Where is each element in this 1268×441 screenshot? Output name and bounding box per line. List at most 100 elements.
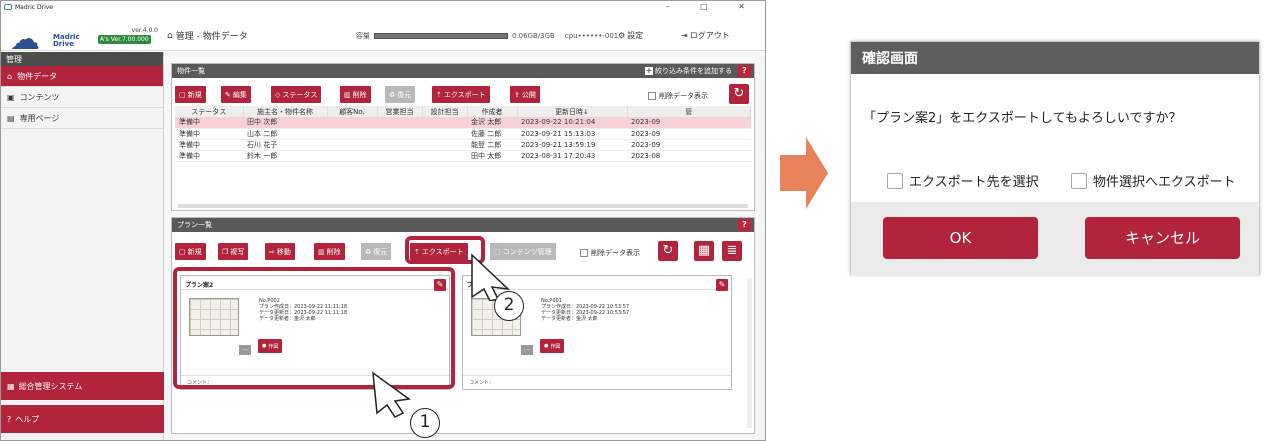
tag-icon: ◇	[275, 90, 281, 99]
list-view-button[interactable]: ≣	[722, 241, 742, 261]
edit-property-button[interactable]: ✎ 編集	[221, 86, 251, 103]
checkbox-box[interactable]	[580, 249, 588, 257]
delete-plan-button[interactable]: ▥ 削除	[314, 243, 345, 260]
draw-button[interactable]: ● 作図	[540, 339, 565, 353]
cancel-button[interactable]: キャンセル	[1085, 217, 1240, 259]
property-table: ステータス 施主名・物件名称 顧客No. 営業担当 設計担当 作成者 更新日時↓…	[175, 106, 751, 162]
recycle-icon: ♻	[365, 247, 372, 256]
cloud-upload-icon: ⇡	[436, 90, 442, 99]
as-version-badge: A's Ver.7.00.000	[98, 35, 151, 44]
app-icon	[4, 4, 12, 10]
plan-info: No.P001 プラン作成日：2023-09-22 10:53:57 データ更新…	[541, 298, 630, 322]
gear-icon: ⚙	[618, 31, 626, 40]
ok-button[interactable]: OK	[883, 217, 1038, 259]
table-header-row: ステータス 施主名・物件名称 顧客No. 営業担当 設計担当 作成者 更新日時↓…	[175, 106, 751, 117]
publish-button[interactable]: ⇪ 公開	[510, 86, 540, 103]
sidebar: 管理 ⌂ 物件データ ▣ コンテンツ ▤ 専用ページ ▦ 総合管理システム ? ヘルプ	[1, 52, 164, 440]
column-header[interactable]: 営業担当	[377, 106, 423, 117]
sidebar-section-title: 管理	[1, 52, 163, 66]
grid-icon: ▦	[697, 243, 711, 258]
pencil-icon: ✎	[225, 90, 231, 99]
home-icon: ⌂	[7, 71, 13, 81]
logo: ☁ Madric Drive ver.4.0.0 A's Ver.7.00.000	[7, 25, 158, 55]
checkbox-box[interactable]	[648, 92, 656, 100]
refresh-button[interactable]: ↻	[729, 84, 749, 104]
column-header[interactable]: 顧客No.	[327, 106, 378, 117]
status-button[interactable]: ◇ ステータス	[271, 86, 322, 103]
settings-button[interactable]: ⚙ 設定	[618, 30, 643, 41]
new-plan-button[interactable]: ▢ 新規	[175, 243, 206, 260]
title-bar: Madric Drive – □ ✕	[1, 1, 765, 13]
option-select-destination[interactable]: エクスポート先を選択	[887, 171, 1039, 190]
show-deleted-checkbox[interactable]: 削除データ表示	[648, 91, 708, 101]
column-header[interactable]: 設計担当	[422, 106, 468, 117]
mouse-icon: ●	[544, 343, 549, 349]
sidebar-item-contents[interactable]: ▣ コンテンツ	[1, 87, 163, 108]
new-property-button[interactable]: ▢ 新規	[175, 86, 206, 103]
sidebar-item-dedicated-page[interactable]: ▤ 専用ページ	[1, 108, 163, 129]
copy-icon: ❐	[222, 247, 229, 256]
version-label: ver.4.0.0	[131, 27, 158, 34]
add-filter-button[interactable]: + 絞り込み条件を追加する	[645, 66, 732, 76]
app-header: ☁ Madric Drive ver.4.0.0 A's Ver.7.00.000…	[1, 13, 765, 55]
capacity-indicator: 容量 0.06GB/3GB cpu••••••-001	[356, 32, 619, 40]
checkbox-box[interactable]	[887, 172, 903, 189]
column-header[interactable]: 管	[627, 106, 751, 117]
column-header[interactable]: ステータス	[175, 106, 244, 117]
plan-refresh-button[interactable]: ↻	[658, 241, 678, 261]
refresh-icon: ↻	[662, 243, 674, 258]
more-button[interactable]: …	[521, 345, 533, 355]
new-doc-icon: ▢	[179, 90, 186, 99]
delete-property-button[interactable]: ▥ 削除	[340, 86, 371, 103]
plan-panel-header: プラン一覧 ?	[172, 218, 754, 232]
horizontal-scrollbar[interactable]	[178, 204, 748, 208]
logout-button[interactable]: ⇥ ログアウト	[681, 30, 730, 41]
publish-icon: ⇪	[514, 90, 520, 99]
vertical-scrollbar[interactable]	[747, 278, 752, 428]
property-panel: 物件一覧 + 絞り込み条件を追加する ? ▢ 新規 ✎ 編集 ◇ ステータス ▥ 削除 ♻…	[171, 63, 755, 211]
plan-help-button[interactable]: ?	[738, 219, 751, 231]
property-panel-header: 物件一覧 + 絞り込み条件を追加する ?	[172, 64, 754, 78]
plan-show-deleted-checkbox[interactable]: 削除データ表示	[580, 248, 640, 258]
dialog-title: 確認画面	[851, 42, 1259, 74]
column-header[interactable]: 更新日時↓	[517, 106, 628, 117]
table-row[interactable]: 準備中 山本 二郎 佐藤 二郎 2023-09-21 15:13:03 2023-09	[175, 128, 751, 140]
plus-icon: +	[645, 66, 653, 75]
trash-icon: ▥	[318, 247, 325, 256]
sidebar-system-button[interactable]: ▦ 総合管理システム	[1, 372, 164, 400]
move-plan-button[interactable]: ⇨ 移動	[265, 243, 295, 260]
home-icon: ⌂	[167, 30, 173, 41]
restore-property-button[interactable]: ♻ 復元	[385, 86, 416, 103]
edit-plan-button[interactable]: ✎	[716, 279, 728, 291]
checkbox-box[interactable]	[1071, 172, 1087, 189]
app-window: Madric Drive – □ ✕ ☁ Madric Drive ver.4.0…	[0, 0, 766, 441]
sidebar-item-property-data[interactable]: ⌂ 物件データ	[1, 66, 163, 87]
property-help-button[interactable]: ?	[738, 65, 751, 77]
image-icon: ▣	[7, 92, 15, 102]
step-number-2: 2	[494, 291, 524, 321]
recycle-icon: ♻	[389, 90, 396, 99]
column-header[interactable]: 作成者	[467, 106, 518, 117]
dialog-footer: OK キャンセル	[851, 202, 1259, 276]
breadcrumb: ⌂ 管理 - 物件データ	[167, 30, 248, 43]
export-property-button[interactable]: ⇡ エクスポート	[432, 86, 490, 103]
window-title: Madric Drive	[15, 3, 53, 11]
option-export-to-property[interactable]: 物件選択へエクスポート	[1071, 171, 1236, 190]
help-icon: ?	[7, 414, 12, 424]
table-row[interactable]: 準備中 石川 花子 能登 二郎 2023-09-21 13:59:19 2023-09	[175, 139, 751, 151]
trash-icon: ▥	[344, 90, 351, 99]
grid-view-button[interactable]: ▦	[694, 241, 714, 261]
right-arrow-icon	[780, 137, 828, 209]
system-icon: ▦	[7, 381, 15, 391]
table-row[interactable]: 準備中 鈴木 一郎 田中 太郎 2023-08-31 17:20:43 2023-08	[175, 150, 751, 162]
refresh-icon: ↻	[733, 86, 745, 101]
pencil-icon: ✎	[718, 280, 726, 289]
brand-name: Madric Drive	[53, 33, 80, 48]
column-header[interactable]: 施主名・物件名称	[243, 106, 328, 117]
dialog-message: 「プラン案2」をエクスポートしてもよろしいですか？	[863, 111, 1182, 126]
sidebar-help-button[interactable]: ? ヘルプ	[1, 405, 164, 433]
window-controls[interactable]: – □ ✕	[666, 2, 759, 11]
table-row[interactable]: 準備中 田中 次郎 金沢 太郎 2023-09-22 10:21:04 2023-09	[175, 117, 751, 129]
copy-plan-button[interactable]: ❐ 複写	[218, 243, 249, 260]
restore-plan-button[interactable]: ♻ 復元	[361, 243, 392, 260]
